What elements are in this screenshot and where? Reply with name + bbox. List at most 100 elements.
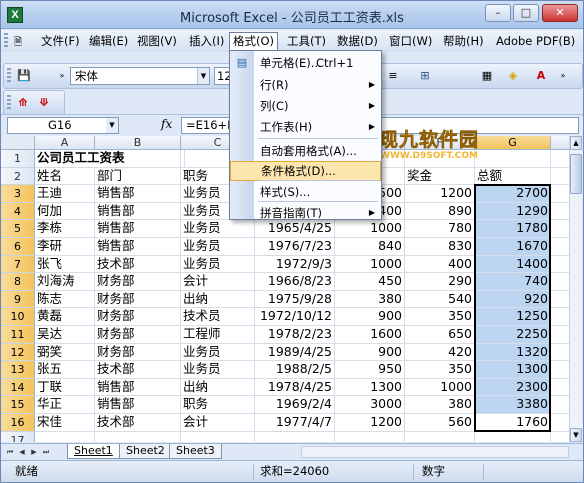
cell-b16[interactable]: 技术部 xyxy=(95,414,181,432)
name-box[interactable]: G16 ▼ xyxy=(7,117,119,134)
cell-e15[interactable]: 3000 xyxy=(335,396,405,414)
cell-d5[interactable]: 1965/4/25 xyxy=(255,220,335,238)
column-label-g[interactable]: 总额 xyxy=(475,167,551,186)
cell-f15[interactable]: 380 xyxy=(405,396,475,414)
row-header-10[interactable]: 10 xyxy=(1,308,35,326)
cell-b14[interactable]: 销售部 xyxy=(95,378,181,397)
cell-b3[interactable]: 销售部 xyxy=(95,185,181,203)
cell-g7[interactable]: 1400 xyxy=(475,255,551,274)
cell-a5[interactable]: 李栋 xyxy=(35,220,95,238)
cell-e7[interactable]: 1000 xyxy=(335,255,405,274)
sheet-tab-3[interactable]: Sheet3 xyxy=(169,444,222,459)
row-header-2[interactable]: 2 xyxy=(1,167,35,186)
merge-icon[interactable]: ⊞ xyxy=(416,67,434,85)
cell-a13[interactable]: 张五 xyxy=(35,361,95,379)
cell-d15[interactable]: 1969/2/4 xyxy=(255,396,335,414)
menu-data[interactable]: 数据(D) xyxy=(335,33,380,50)
row-header-15[interactable]: 15 xyxy=(1,396,35,414)
pdf-edit-icon[interactable]: ⟱ xyxy=(35,94,53,112)
cell-e9[interactable]: 380 xyxy=(335,290,405,309)
column-label-a[interactable]: 姓名 xyxy=(35,167,95,186)
minimize-button[interactable]: – xyxy=(485,4,511,22)
cell-d9[interactable]: 1975/9/28 xyxy=(255,290,335,309)
cell-f4[interactable]: 890 xyxy=(405,202,475,221)
cell-d11[interactable]: 1978/2/23 xyxy=(255,326,335,344)
toolbar-grip[interactable] xyxy=(7,95,11,111)
cell-d12[interactable]: 1989/4/25 xyxy=(255,343,335,362)
cell-h12[interactable] xyxy=(551,344,571,362)
cell-h11[interactable] xyxy=(551,326,571,344)
cell-e12[interactable]: 900 xyxy=(335,343,405,362)
cell-h1[interactable] xyxy=(551,150,571,168)
cell-b15[interactable]: 销售部 xyxy=(95,396,181,414)
column-header-b[interactable]: B xyxy=(95,136,181,150)
cell-e8[interactable]: 450 xyxy=(335,273,405,291)
cell-f5[interactable]: 780 xyxy=(405,220,475,238)
toolbar-options-chevron-icon[interactable]: » xyxy=(58,67,66,85)
font-name-select[interactable]: 宋体 ▼ xyxy=(70,67,210,85)
select-all-corner[interactable] xyxy=(1,136,35,150)
cell-d7[interactable]: 1972/9/3 xyxy=(255,255,335,274)
cell-a9[interactable]: 陈志 xyxy=(35,290,95,309)
menu-insert[interactable]: 插入(I) xyxy=(187,33,226,50)
cell-e11[interactable]: 1600 xyxy=(335,326,405,344)
cell-h14[interactable] xyxy=(551,379,571,397)
format-menu-conditional-formatting[interactable]: 条件格式(D)... xyxy=(230,161,381,181)
cell-c12[interactable]: 业务员 xyxy=(181,343,255,362)
cell-d8[interactable]: 1966/8/23 xyxy=(255,273,335,291)
cell-e16[interactable]: 1200 xyxy=(335,414,405,432)
cell-g4[interactable]: 1290 xyxy=(475,202,551,221)
cell-g13[interactable]: 1300 xyxy=(475,361,551,379)
cell-h6[interactable] xyxy=(551,238,571,256)
row-header-5[interactable]: 5 xyxy=(1,220,35,238)
cell-g14[interactable]: 2300 xyxy=(475,378,551,397)
menu-edit[interactable]: 编辑(E) xyxy=(87,33,130,50)
vertical-scrollbar[interactable]: ▲ ▼ xyxy=(569,136,582,442)
cell-f10[interactable]: 350 xyxy=(405,308,475,326)
cell-a10[interactable]: 黄磊 xyxy=(35,308,95,326)
cell-c8[interactable]: 会计 xyxy=(181,273,255,291)
align-right-icon[interactable]: ≡ xyxy=(384,67,402,85)
cell-f13[interactable]: 350 xyxy=(405,361,475,379)
cell-a8[interactable]: 刘海涛 xyxy=(35,273,95,291)
cell-b10[interactable]: 财务部 xyxy=(95,308,181,326)
cell-b4[interactable]: 销售部 xyxy=(95,202,181,221)
cell-b17[interactable] xyxy=(95,431,181,442)
cell-b13[interactable]: 技术部 xyxy=(95,361,181,379)
cell-f9[interactable]: 540 xyxy=(405,290,475,309)
cell-d13[interactable]: 1988/2/5 xyxy=(255,361,335,379)
cell-e6[interactable]: 840 xyxy=(335,238,405,256)
cell-c15[interactable]: 职务 xyxy=(181,396,255,414)
cell-f16[interactable]: 560 xyxy=(405,414,475,432)
cell-b12[interactable]: 财务部 xyxy=(95,343,181,362)
row-header-16[interactable]: 16 xyxy=(1,414,35,432)
menu-format[interactable]: 格式(O) xyxy=(229,32,279,52)
row-header-12[interactable]: 12 xyxy=(1,343,35,362)
scroll-thumb[interactable] xyxy=(570,154,582,194)
cell-e14[interactable]: 1300 xyxy=(335,378,405,397)
pdf-icon[interactable]: ⟰ xyxy=(14,94,32,112)
format-menu-autoformat[interactable]: 自动套用格式(A)... xyxy=(230,141,381,161)
horizontal-scrollbar[interactable] xyxy=(301,446,569,458)
format-menu-column[interactable]: 列(C) ▶ xyxy=(230,96,381,116)
cell-d17[interactable] xyxy=(255,431,335,442)
cell-c7[interactable]: 业务员 xyxy=(181,255,255,274)
scroll-down-icon[interactable]: ▼ xyxy=(570,428,582,442)
cell-e10[interactable]: 900 xyxy=(335,308,405,326)
cell-h15[interactable] xyxy=(551,396,571,414)
cell-f11[interactable]: 650 xyxy=(405,326,475,344)
font-color-icon[interactable]: A xyxy=(532,67,550,85)
toolbar-grip[interactable] xyxy=(7,68,11,84)
cell-b9[interactable]: 财务部 xyxy=(95,290,181,309)
cell-h2[interactable] xyxy=(551,168,571,186)
format-menu-phonetic-guide[interactable]: 拼音指南(T) ▶ xyxy=(230,203,381,223)
cell-a14[interactable]: 丁联 xyxy=(35,378,95,397)
cell-d16[interactable]: 1977/4/7 xyxy=(255,414,335,432)
format-menu-row[interactable]: 行(R) ▶ xyxy=(230,75,381,95)
menu-file[interactable]: 文件(F) xyxy=(39,33,82,50)
cell-a17[interactable] xyxy=(35,431,95,442)
cell-a15[interactable]: 华正 xyxy=(35,396,95,414)
cell-f6[interactable]: 830 xyxy=(405,238,475,256)
prev-sheet-icon[interactable]: ◀ xyxy=(17,446,27,458)
row-header-7[interactable]: 7 xyxy=(1,255,35,274)
